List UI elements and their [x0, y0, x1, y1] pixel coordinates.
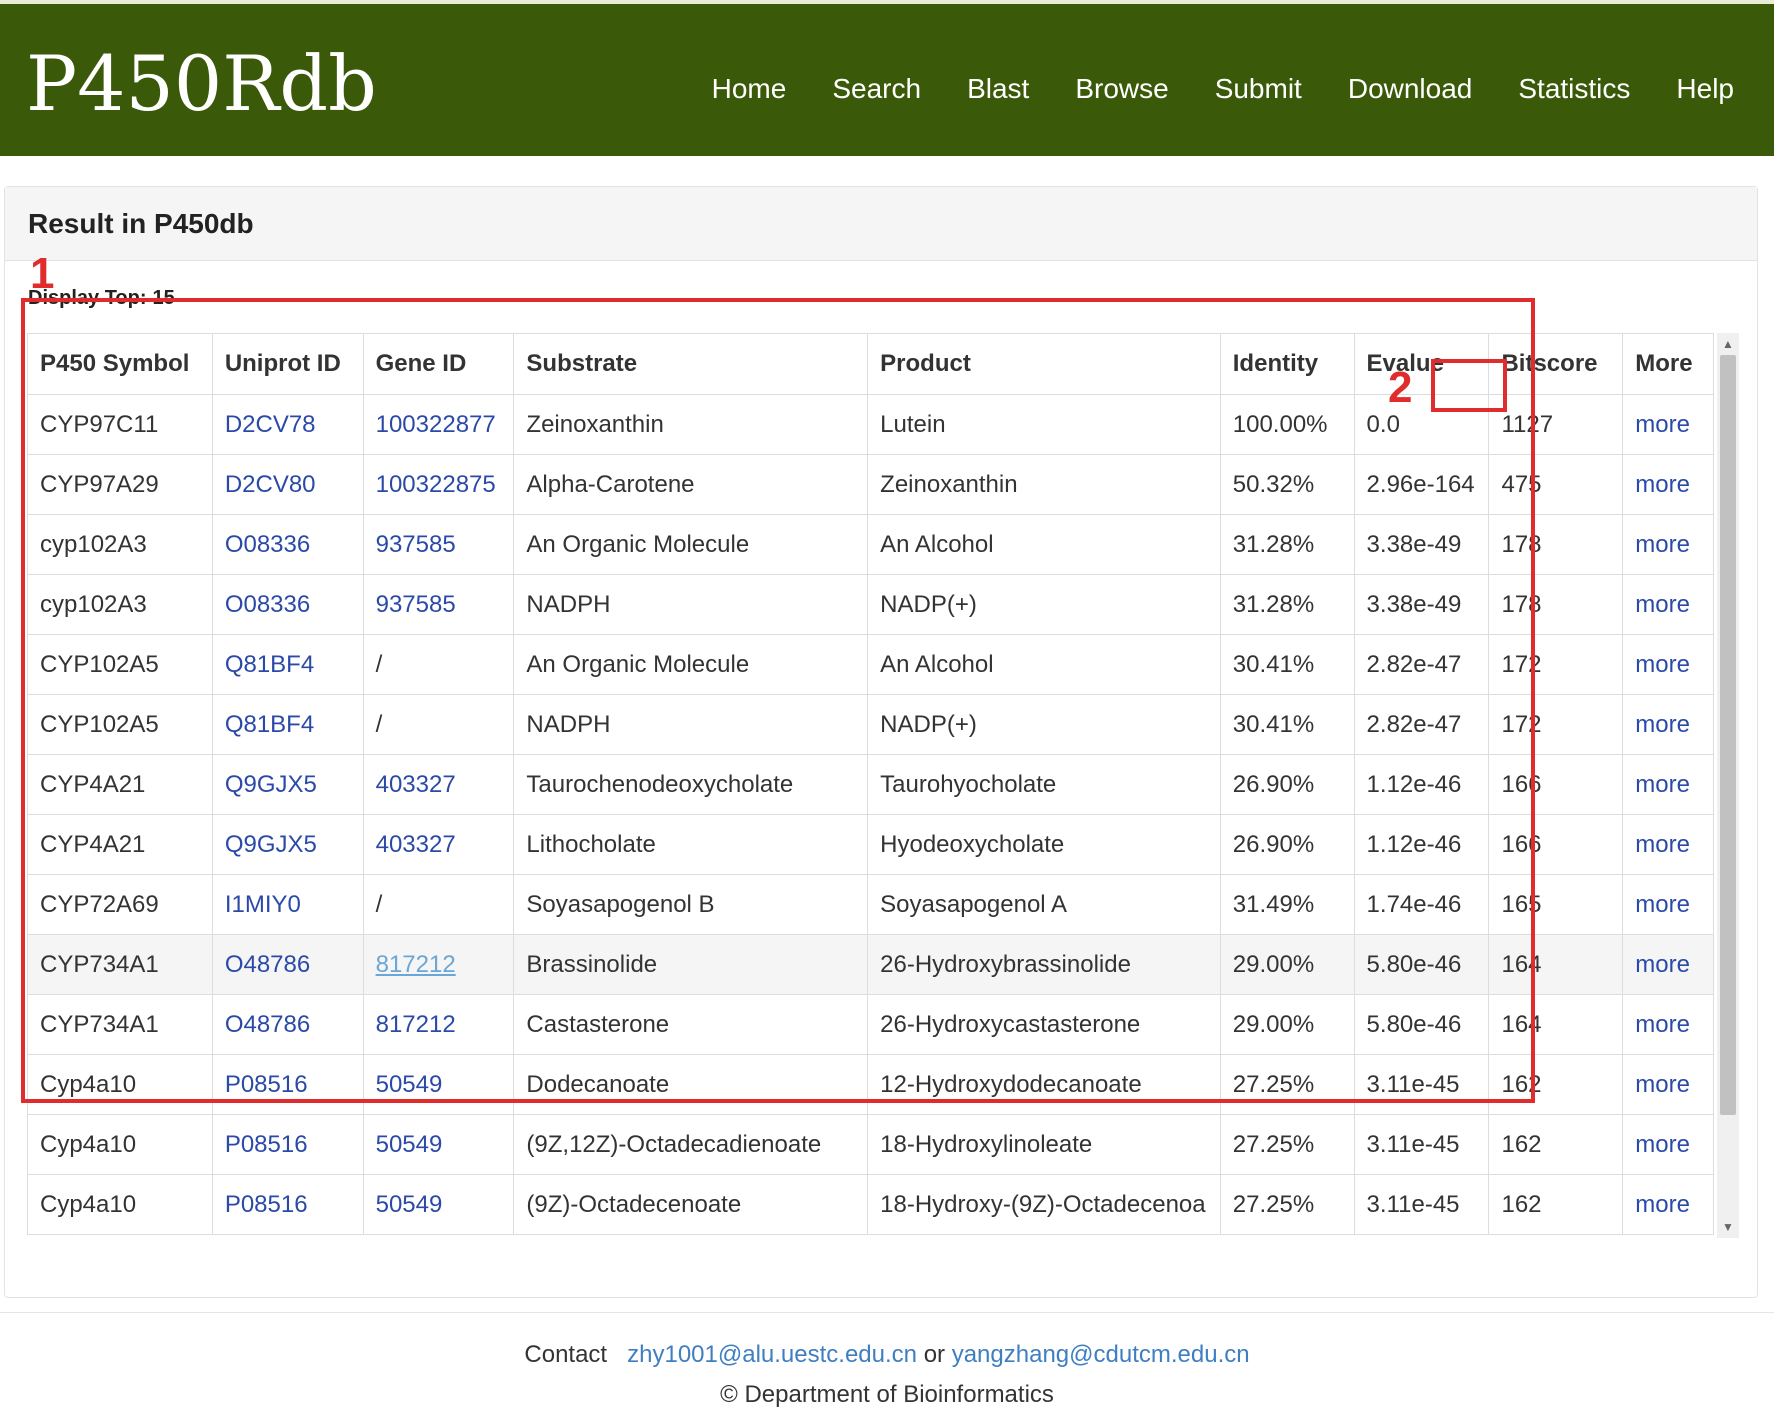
table-cell-gene: 50549 — [362, 1114, 515, 1175]
gene-id-link[interactable]: 50549 — [376, 1131, 443, 1158]
table-cell-uniprot: P08516 — [211, 1174, 364, 1235]
brand-logo[interactable]: P450Rdb — [26, 34, 377, 134]
table-row: Cyp4a10 P08516 50549 (9Z)-Octadecenoate 18-H… — [27, 1174, 1714, 1235]
contact-or: or — [923, 1341, 946, 1368]
scroll-up-arrow-icon[interactable]: ▲ — [1717, 333, 1739, 355]
main-nav: Home Search Blast Browse Submit Download… — [666, 44, 1734, 134]
nav-download[interactable]: Download — [1348, 73, 1473, 105]
nav-home[interactable]: Home — [712, 73, 787, 105]
annotation-label-1: 1 — [30, 249, 55, 298]
table-cell-uniprot: P08516 — [211, 1114, 364, 1175]
gene-id-link[interactable]: 50549 — [376, 1191, 443, 1218]
table-scrollbar[interactable]: ▲ ▼ — [1717, 333, 1739, 1238]
nav-search[interactable]: Search — [832, 73, 921, 105]
annotation-box-2 — [1431, 359, 1507, 412]
contact-email-2[interactable]: yangzhang@cdutcm.edu.cn — [952, 1341, 1250, 1368]
col-header-more: More — [1622, 333, 1714, 395]
cell-substrate: (9Z)-Octadecenoate — [513, 1174, 869, 1235]
footer-copyright: © Department of Bioinformatics — [720, 1381, 1054, 1408]
more-link[interactable]: more — [1635, 771, 1690, 798]
more-link[interactable]: more — [1635, 471, 1690, 498]
cell-evalue: 3.11e-45 — [1353, 1114, 1490, 1175]
contact-label: Contact — [524, 1341, 608, 1368]
panel-title: Result in P450db — [5, 187, 1757, 261]
more-link[interactable]: more — [1635, 711, 1690, 738]
table-cell-more: more — [1622, 994, 1714, 1055]
uniprot-id-link[interactable]: P08516 — [225, 1191, 308, 1218]
table-cell-more: more — [1622, 1114, 1714, 1175]
more-link[interactable]: more — [1635, 531, 1690, 558]
cell-identity: 27.25% — [1219, 1114, 1355, 1175]
table-cell-more: more — [1622, 514, 1714, 575]
nav-help[interactable]: Help — [1676, 73, 1734, 105]
cell-bitscore: 162 — [1488, 1174, 1624, 1235]
table-cell-more: more — [1622, 934, 1714, 995]
table-cell-more: more — [1622, 454, 1714, 515]
cell-product: 18-Hydroxylinoleate — [867, 1114, 1221, 1175]
more-link[interactable]: more — [1635, 951, 1690, 978]
table-cell-gene: 50549 — [362, 1174, 515, 1235]
nav-statistics[interactable]: Statistics — [1518, 73, 1630, 105]
nav-browse[interactable]: Browse — [1075, 73, 1168, 105]
more-link[interactable]: more — [1635, 1191, 1690, 1218]
table-cell-more: more — [1622, 1054, 1714, 1115]
cell-p450-symbol: Cyp4a10 — [27, 1114, 213, 1175]
footer: Contact zhy1001@alu.uestc.edu.cn or yang… — [0, 1312, 1774, 1409]
scrollbar-thumb[interactable] — [1720, 355, 1736, 1115]
contact-email-1[interactable]: zhy1001@alu.uestc.edu.cn — [627, 1341, 917, 1368]
table-cell-more: more — [1622, 814, 1714, 875]
table-cell-more: more — [1622, 874, 1714, 935]
cell-bitscore: 162 — [1488, 1114, 1624, 1175]
more-link[interactable]: more — [1635, 411, 1690, 438]
scroll-down-arrow-icon[interactable]: ▼ — [1717, 1216, 1739, 1238]
more-link[interactable]: more — [1635, 1011, 1690, 1038]
table-cell-more: more — [1622, 634, 1714, 695]
footer-contact: Contact zhy1001@alu.uestc.edu.cn or yang… — [0, 1341, 1774, 1369]
more-link[interactable]: more — [1635, 831, 1690, 858]
annotation-label-2: 2 — [1388, 363, 1413, 412]
cell-identity: 27.25% — [1219, 1174, 1355, 1235]
more-link[interactable]: more — [1635, 1131, 1690, 1158]
nav-submit[interactable]: Submit — [1215, 73, 1302, 105]
table-cell-more: more — [1622, 1174, 1714, 1235]
table-cell-more: more — [1622, 694, 1714, 755]
cell-p450-symbol: Cyp4a10 — [27, 1174, 213, 1235]
navbar: P450Rdb Home Search Blast Browse Submit … — [0, 0, 1774, 156]
nav-blast[interactable]: Blast — [967, 73, 1029, 105]
annotation-box-1 — [21, 298, 1535, 1103]
uniprot-id-link[interactable]: P08516 — [225, 1131, 308, 1158]
more-link[interactable]: more — [1635, 891, 1690, 918]
table-cell-more: more — [1622, 394, 1714, 455]
table-cell-more: more — [1622, 754, 1714, 815]
table-cell-more: more — [1622, 574, 1714, 635]
table-row: Cyp4a10 P08516 50549 (9Z,12Z)-Octadecadieno… — [27, 1114, 1714, 1175]
cell-substrate: (9Z,12Z)-Octadecadienoate — [513, 1114, 869, 1175]
more-link[interactable]: more — [1635, 1071, 1690, 1098]
more-link[interactable]: more — [1635, 591, 1690, 618]
more-link[interactable]: more — [1635, 651, 1690, 678]
cell-product: 18-Hydroxy-(9Z)-Octadecenoa — [867, 1174, 1221, 1235]
cell-evalue: 3.11e-45 — [1353, 1174, 1490, 1235]
